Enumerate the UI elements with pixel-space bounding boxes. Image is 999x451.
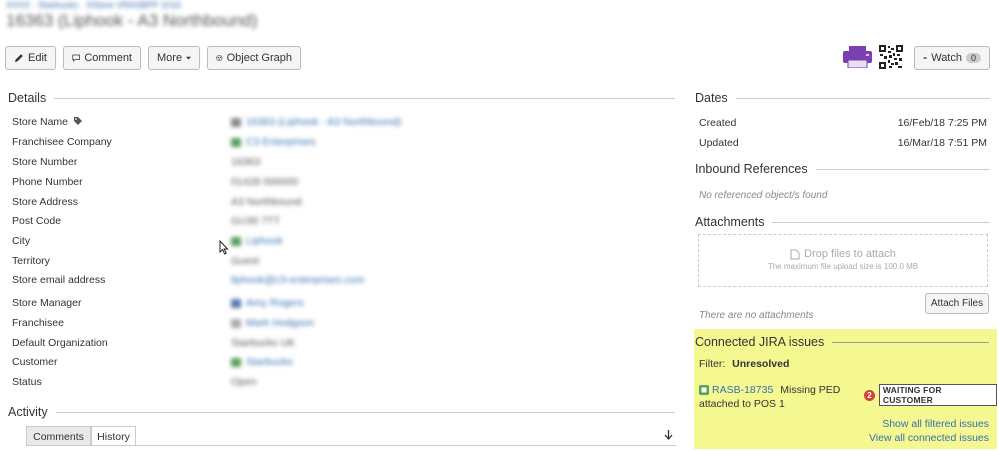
more-button[interactable]: More [148, 46, 200, 70]
filter-value[interactable]: Unresolved [732, 358, 789, 370]
city-value[interactable]: Liphook [231, 235, 283, 247]
updated-label: Updated [699, 137, 739, 149]
filter-label: Filter: [699, 358, 726, 370]
mouse-cursor-icon [219, 240, 229, 255]
jira-issue-row: RASB-18735 Missing PED [699, 384, 840, 396]
updated-value: 16/Mar/18 7:51 PM [897, 137, 987, 149]
issue-status-lozenge: WAITING FOR CUSTOMER [878, 384, 997, 406]
activity-tab-divider [26, 445, 676, 446]
attachments-empty-text: There are no attachments [699, 310, 814, 321]
view-all-connected-issues-link[interactable]: View all connected issues [869, 432, 989, 444]
more-label: More [157, 52, 183, 64]
sort-arrow-down-icon[interactable] [664, 430, 673, 440]
franchisee-label: Franchisee [12, 317, 64, 329]
drop-files-text: Drop files to attach [804, 248, 896, 260]
comment-button[interactable]: Comment [63, 46, 141, 70]
status-label: Status [12, 376, 42, 388]
customer-value[interactable]: Starbucks [231, 356, 293, 368]
store-number-label: Store Number [12, 156, 78, 168]
object-graph-label: Object Graph [226, 52, 292, 64]
city-label: City [12, 235, 31, 247]
inbound-empty-text: No referenced object/s found [699, 190, 828, 201]
post-code-value: GU30 7TT [231, 215, 281, 227]
connected-jira-issues-panel: Connected JIRA issues Filter: Unresolved… [694, 329, 997, 449]
max-upload-size-text: The maximum file upload size is 100.0 MB [767, 262, 919, 271]
jira-filter: Filter: Unresolved [699, 358, 789, 370]
file-dropzone[interactable]: Drop files to attach The maximum file up… [698, 234, 988, 287]
jira-heading: Connected JIRA issues [695, 335, 989, 349]
store-address-value: A3 Northbound [231, 196, 302, 208]
store-address-label: Store Address [12, 196, 78, 208]
customer-label: Customer [12, 356, 58, 368]
dates-heading: Dates [695, 91, 990, 105]
pencil-icon [15, 54, 23, 62]
store-number-value: 16363 [231, 156, 261, 168]
tag-icon [73, 117, 82, 125]
default-organization-label: Default Organization [12, 337, 108, 349]
territory-label: Territory [12, 255, 50, 267]
speech-bubble-icon [72, 54, 80, 62]
inbound-references-heading: Inbound References [695, 162, 990, 176]
issue-summary: Missing PED [780, 384, 841, 396]
attachments-heading: Attachments [695, 215, 990, 229]
post-code-label: Post Code [12, 215, 62, 227]
issue-status-group: 2 WAITING FOR CUSTOMER [864, 384, 997, 406]
phone-number-value: 01428 000000 [231, 176, 299, 188]
created-label: Created [699, 117, 737, 129]
watch-count-badge: 0 [965, 53, 981, 63]
show-all-filtered-issues-link[interactable]: Show all filtered issues [882, 418, 989, 430]
store-email-label: Store email address [12, 274, 106, 286]
tab-comments[interactable]: Comments [26, 426, 91, 446]
edit-button[interactable]: Edit [5, 46, 56, 70]
store-manager-value[interactable]: Amy Rogers [231, 297, 304, 309]
breadcrumb[interactable]: XXXX · Starbucks · XStore VRASBPP 1016 [6, 0, 181, 10]
status-value: Open [231, 376, 257, 388]
object-graph-button[interactable]: Object Graph [207, 46, 301, 70]
attach-files-button[interactable]: Attach Files [925, 293, 989, 314]
created-value: 16/Feb/18 7:25 PM [897, 117, 987, 129]
comment-label: Comment [84, 52, 132, 64]
eye-icon [923, 56, 928, 60]
issue-summary-continued: attached to POS 1 [699, 398, 785, 410]
store-manager-label: Store Manager [12, 297, 82, 309]
franchisee-value[interactable]: Mark Hodgson [231, 317, 314, 329]
franchisee-company-value[interactable]: C3 Enterprises [231, 136, 315, 148]
file-icon [790, 249, 800, 259]
issue-type-icon [699, 385, 709, 395]
phone-number-label: Phone Number [12, 176, 83, 188]
edit-label: Edit [28, 52, 47, 64]
franchisee-company-label: Franchisee Company [12, 136, 112, 148]
store-name-label: Store Name [12, 116, 83, 128]
object-graph-icon [216, 54, 223, 62]
territory-value: Guest [231, 255, 260, 267]
details-heading: Details [8, 91, 675, 105]
tab-history[interactable]: History [91, 426, 136, 446]
activity-heading: Activity [8, 405, 675, 419]
watch-label: Watch [931, 52, 962, 64]
qr-code-icon[interactable] [879, 45, 903, 69]
printer-icon[interactable] [842, 46, 873, 68]
store-email-value[interactable]: liphook@c3-enterprises.com [231, 274, 364, 286]
caret-down-icon [186, 56, 191, 60]
default-organization-value: Starbucks UK [231, 337, 296, 349]
issue-key-link[interactable]: RASB-18735 [712, 384, 773, 396]
watch-button[interactable]: Watch 0 [914, 46, 990, 70]
store-name-value[interactable]: 16363 (Liphook - A3 Northbound) [231, 116, 401, 128]
page-title: 16363 (Liphook - A3 Northbound) [6, 11, 258, 30]
issue-count-badge: 2 [864, 389, 875, 401]
